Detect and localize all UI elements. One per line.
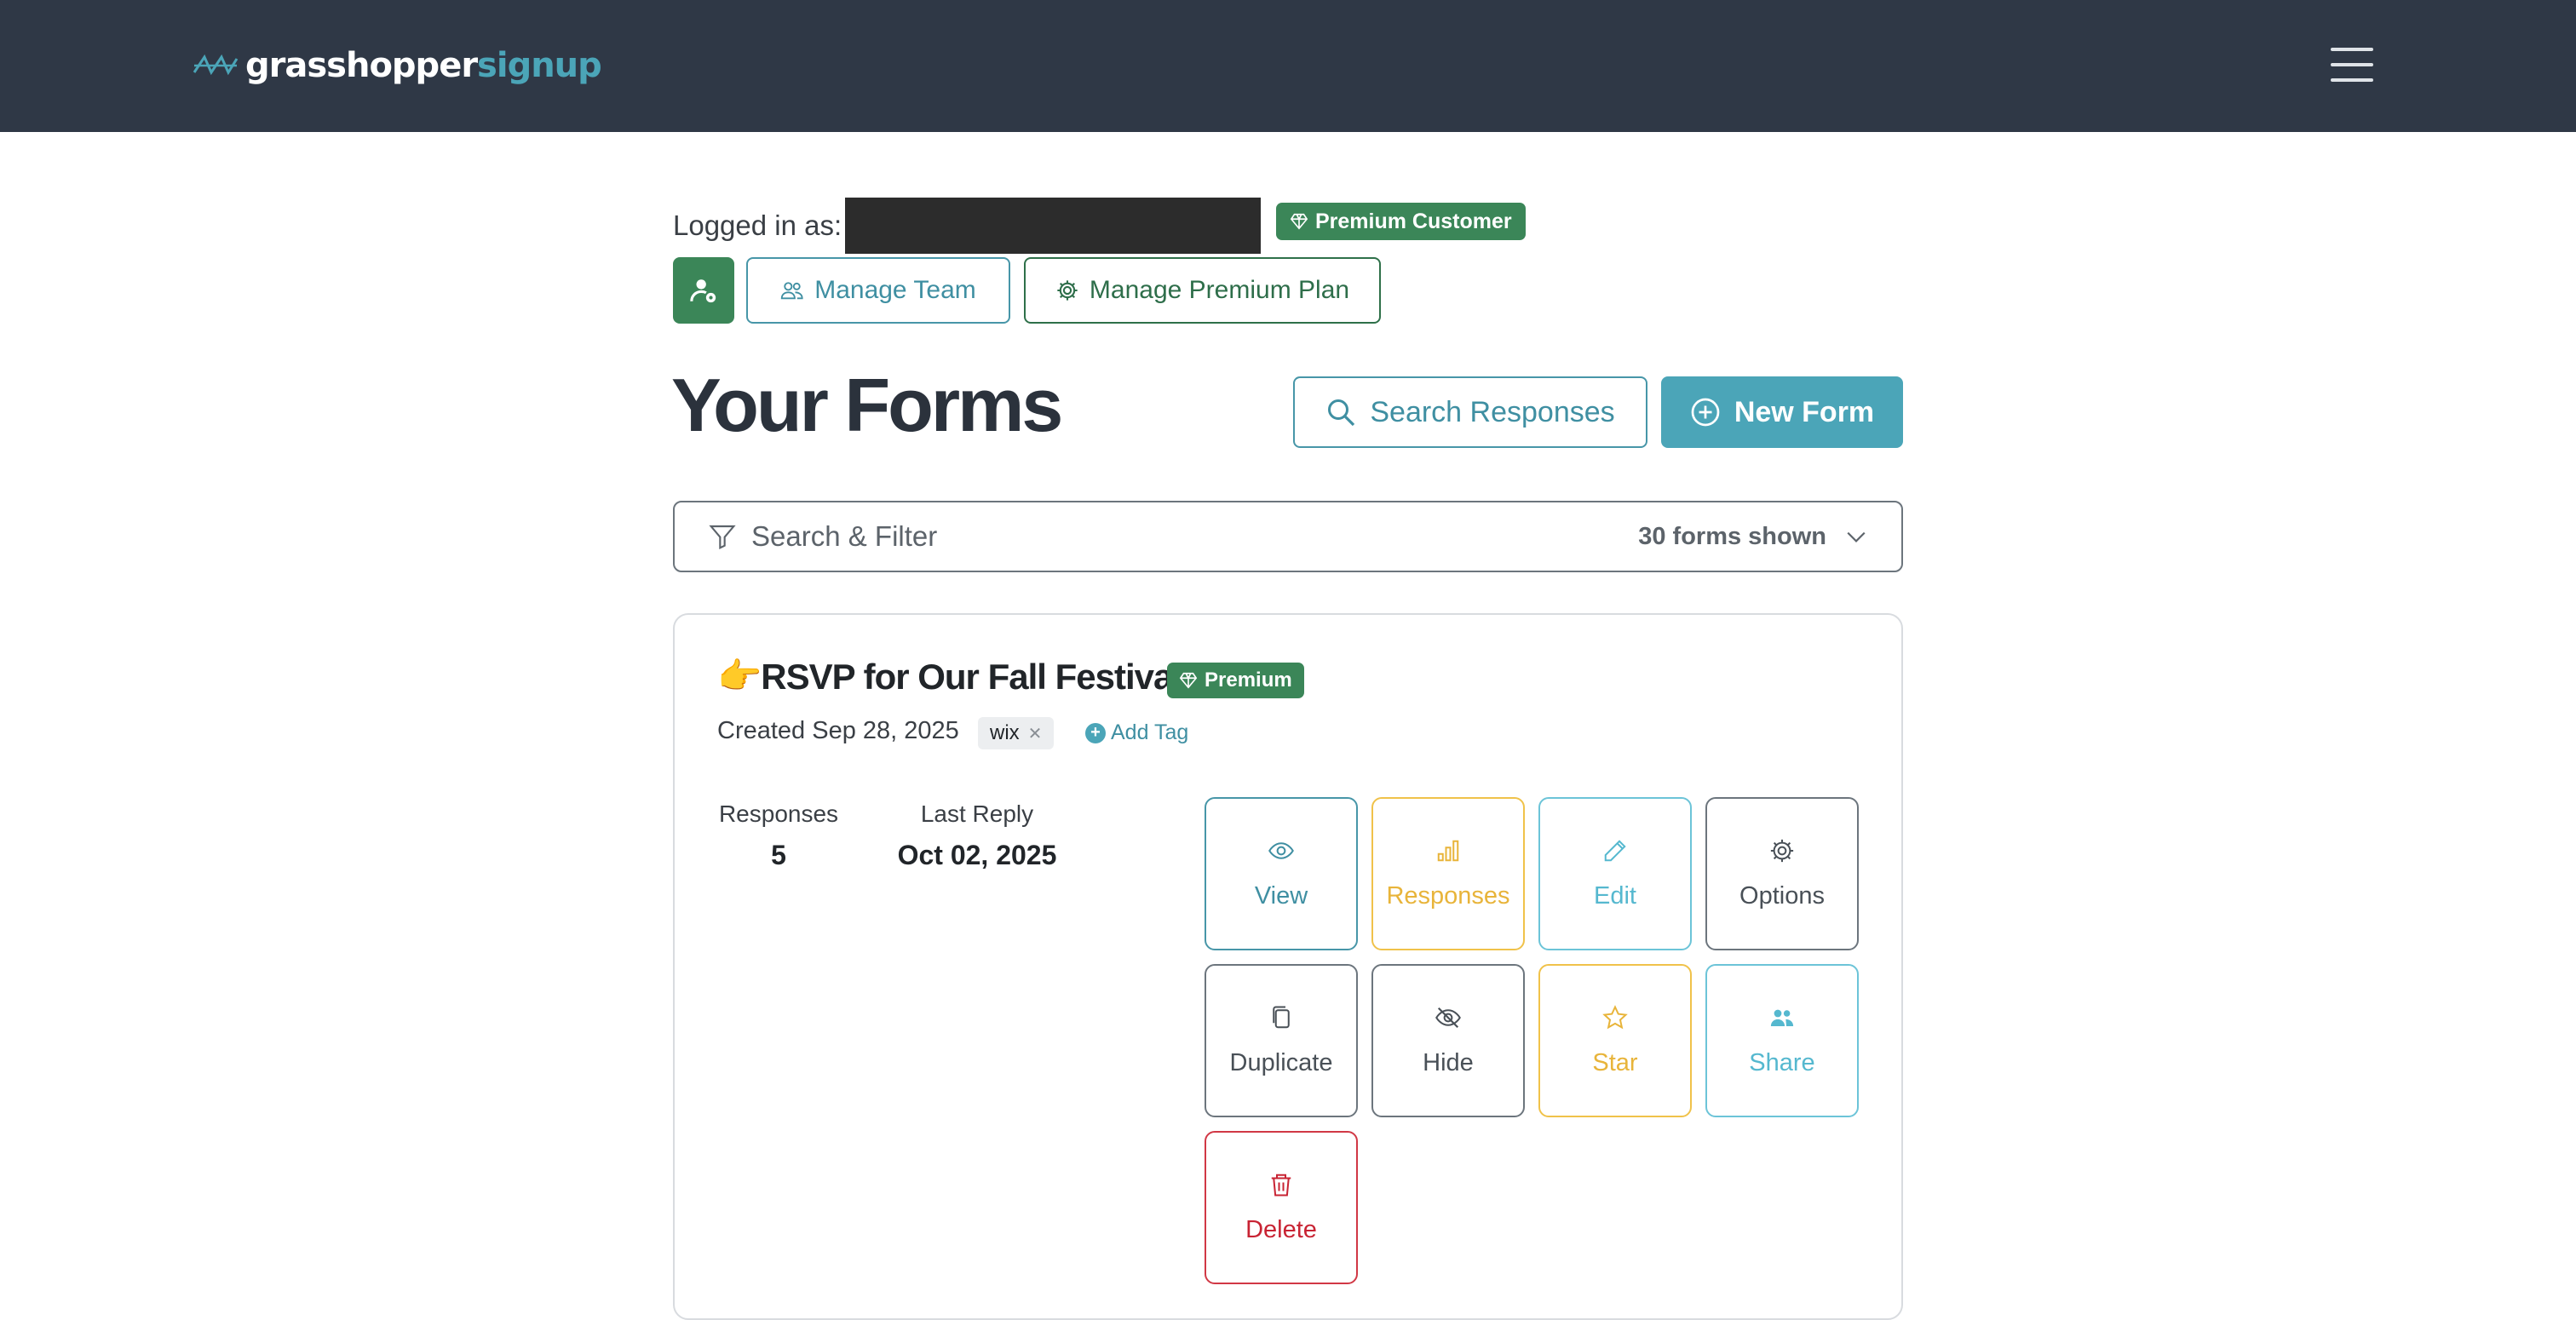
star-label: Star — [1592, 1048, 1638, 1076]
options-label: Options — [1739, 881, 1825, 910]
add-tag-link[interactable]: + Add Tag — [1085, 720, 1188, 745]
forms-shown-count: 30 forms shown — [1638, 522, 1826, 550]
search-filter-toggle[interactable]: Search & Filter 30 forms shown — [673, 501, 1903, 572]
manage-premium-plan-button[interactable]: Manage Premium Plan — [1024, 257, 1381, 324]
user-gear-icon — [690, 279, 716, 303]
gear-icon — [1057, 280, 1078, 301]
hamburger-menu-icon[interactable] — [2331, 46, 2373, 83]
tag-chip[interactable]: wix ✕ — [978, 717, 1055, 749]
created-date: Created Sep 28, 2025 — [717, 717, 959, 744]
search-responses-button[interactable]: Search Responses — [1293, 376, 1647, 448]
premium-customer-label: Premium Customer — [1315, 209, 1512, 233]
responses-stat: Responses 5 — [717, 801, 840, 871]
view-label: View — [1254, 881, 1308, 910]
share-label: Share — [1749, 1048, 1815, 1076]
delete-button[interactable]: Delete — [1205, 1131, 1358, 1284]
form-title[interactable]: 👉 RSVP for Our Fall Festival! — [717, 656, 1193, 697]
people-icon — [1770, 1009, 1794, 1026]
bar-chart-icon — [1437, 840, 1459, 861]
responses-label: Responses — [1386, 881, 1510, 910]
search-filter-label: Search & Filter — [751, 520, 938, 552]
new-form-label: New Form — [1734, 395, 1875, 428]
page-title: Your Forms — [671, 363, 1063, 447]
view-button[interactable]: View — [1205, 797, 1358, 950]
eye-slash-icon — [1435, 1007, 1461, 1028]
form-title-text: RSVP for Our Fall Festival! — [761, 656, 1193, 697]
hide-button[interactable]: Hide — [1371, 964, 1525, 1117]
options-button[interactable]: Options — [1705, 797, 1859, 950]
tag-label: wix — [990, 721, 1020, 744]
eye-icon — [1268, 841, 1294, 859]
gem-icon — [1179, 672, 1198, 689]
share-button[interactable]: Share — [1705, 964, 1859, 1117]
gem-icon — [1290, 213, 1308, 230]
logged-in-label: Logged in as: — [673, 209, 842, 241]
edit-label: Edit — [1594, 881, 1636, 910]
filter-icon — [709, 525, 736, 550]
add-tag-label: Add Tag — [1111, 720, 1189, 744]
hide-label: Hide — [1423, 1048, 1474, 1076]
grasshopper-logo-icon — [193, 54, 239, 76]
last-reply-label: Last Reply — [920, 801, 1034, 827]
responses-stat-value: 5 — [771, 840, 786, 870]
pencil-icon — [1604, 839, 1626, 861]
edit-button[interactable]: Edit — [1538, 797, 1692, 950]
people-icon — [781, 282, 803, 300]
premium-badge: Premium — [1167, 663, 1304, 698]
trash-icon — [1271, 1174, 1291, 1196]
remove-tag-icon[interactable]: ✕ — [1028, 723, 1043, 744]
last-reply-stat: Last Reply Oct 02, 2025 — [879, 801, 1075, 871]
search-responses-label: Search Responses — [1370, 395, 1615, 428]
account-settings-button[interactable] — [673, 257, 734, 324]
premium-customer-badge: Premium Customer — [1276, 203, 1526, 240]
copy-icon — [1273, 1006, 1290, 1028]
new-form-button[interactable]: New Form — [1661, 376, 1903, 448]
premium-badge-label: Premium — [1205, 669, 1292, 692]
manage-team-label: Manage Team — [814, 276, 976, 304]
logged-in-row: Logged in as: — [673, 198, 1262, 254]
delete-label: Delete — [1245, 1215, 1317, 1243]
brand-name-part1: grasshopper — [245, 46, 478, 85]
form-card: 👉 RSVP for Our Fall Festival! Premium Cr… — [673, 613, 1903, 1320]
pointing-hand-emoji: 👉 — [717, 656, 762, 696]
responses-stat-label: Responses — [718, 801, 839, 827]
duplicate-button[interactable]: Duplicate — [1205, 964, 1358, 1117]
redacted-username — [845, 198, 1262, 254]
gear-icon — [1770, 839, 1794, 862]
brand-logo[interactable]: grasshoppersignup — [193, 39, 602, 92]
responses-button[interactable]: Responses — [1371, 797, 1525, 950]
chevron-down-icon — [1847, 531, 1866, 542]
top-navbar: grasshoppersignup — [0, 0, 2576, 132]
duplicate-label: Duplicate — [1229, 1048, 1333, 1076]
last-reply-value: Oct 02, 2025 — [897, 840, 1057, 870]
manage-team-button[interactable]: Manage Team — [746, 257, 1010, 324]
star-icon — [1602, 1004, 1628, 1029]
manage-premium-plan-label: Manage Premium Plan — [1089, 276, 1350, 304]
star-button[interactable]: Star — [1538, 964, 1692, 1117]
plus-circle-icon: + — [1085, 722, 1106, 743]
plus-circle-icon — [1691, 398, 1720, 427]
search-icon — [1328, 399, 1355, 427]
brand-name-part2: signup — [477, 46, 602, 85]
